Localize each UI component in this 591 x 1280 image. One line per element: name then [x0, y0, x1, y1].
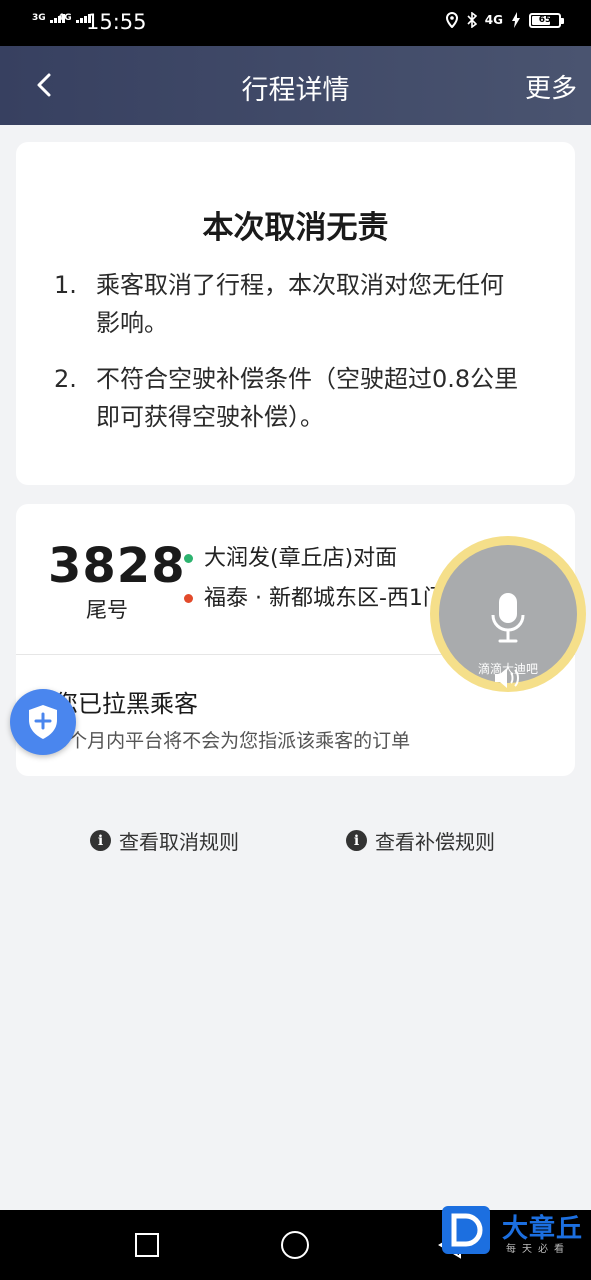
logo-d-icon: [442, 1206, 490, 1254]
recent-apps-button[interactable]: [135, 1233, 159, 1257]
list-text: 不符合空驶补偿条件（空驶超过0.8公里即可获得空驶补偿）。: [96, 365, 519, 431]
charging-bolt-icon: [512, 12, 520, 28]
origin-dot-icon: [184, 554, 193, 563]
list-number: 1.: [54, 271, 77, 299]
info-icon: i: [346, 830, 367, 851]
tail-number: 3828: [48, 538, 186, 594]
microphone-icon: [491, 593, 525, 643]
list-item: 2. 不符合空驶补偿条件（空驶超过0.8公里即可获得空驶补偿）。: [54, 360, 525, 436]
network-type-label: 3G: [32, 13, 46, 23]
speaker-icon: [495, 668, 519, 688]
bluetooth-icon: [467, 12, 477, 28]
more-button[interactable]: 更多: [525, 68, 577, 105]
watermark-tagline: 每天必看: [506, 1244, 570, 1255]
page-title: 行程详情: [241, 75, 350, 106]
destination-address: 福泰 · 新都城东区-西1门: [184, 584, 445, 624]
clock: 15:55: [86, 10, 147, 34]
status-icons: 4G 65: [445, 12, 564, 28]
destination-dot-icon: [184, 594, 193, 603]
tail-number-label: 尾号: [86, 598, 128, 622]
cancel-rules-link[interactable]: i 查看取消规则: [90, 826, 239, 855]
compensation-rules-link[interactable]: i 查看补偿规则: [346, 826, 495, 855]
list-number: 2.: [54, 365, 77, 393]
info-icon: i: [90, 830, 111, 851]
route: 大润发(章丘店)对面 福泰 · 新都城东区-西1门: [184, 544, 445, 624]
shield-plus-icon: [29, 705, 57, 739]
voice-assistant-inner: 滴滴大迪吧: [439, 545, 577, 683]
status-bar: 3G 4G 15:55 4G 65: [0, 0, 591, 46]
destination-text: 福泰 · 新都城东区-西1门: [204, 586, 445, 611]
blacklist-title: 您已拉黑乘客: [54, 690, 198, 718]
list-item: 1. 乘客取消了行程，本次取消对您无任何影响。: [54, 266, 525, 342]
cancel-result-card: 本次取消无责 1. 乘客取消了行程，本次取消对您无任何影响。 2. 不符合空驶补…: [16, 142, 575, 485]
battery-level: 65: [538, 15, 552, 25]
result-list: 1. 乘客取消了行程，本次取消对您无任何影响。 2. 不符合空驶补偿条件（空驶超…: [54, 266, 525, 454]
battery-icon: 65: [529, 12, 564, 28]
origin-address: 大润发(章丘店)对面: [184, 544, 445, 584]
network-type-label: 4G: [58, 13, 72, 23]
result-title: 本次取消无责: [202, 210, 389, 246]
location-icon: [445, 12, 458, 28]
home-button[interactable]: [281, 1231, 309, 1259]
cancel-rules-label: 查看取消规则: [119, 830, 239, 854]
watermark-logo: 大章丘 每天必看: [442, 1204, 588, 1256]
compensation-rules-label: 查看补偿规则: [375, 830, 495, 854]
network-4g-label: 4G: [484, 13, 503, 27]
voice-assistant-button[interactable]: 滴滴大迪吧: [430, 536, 586, 692]
nav-bar: 行程详情 更多: [0, 46, 591, 125]
origin-text: 大润发(章丘店)对面: [204, 546, 398, 571]
list-text: 乘客取消了行程，本次取消对您无任何影响。: [96, 271, 504, 337]
safety-shield-button[interactable]: [10, 689, 76, 755]
blacklist-description: 6个月内平台将不会为您指派该乘客的订单: [56, 730, 411, 752]
